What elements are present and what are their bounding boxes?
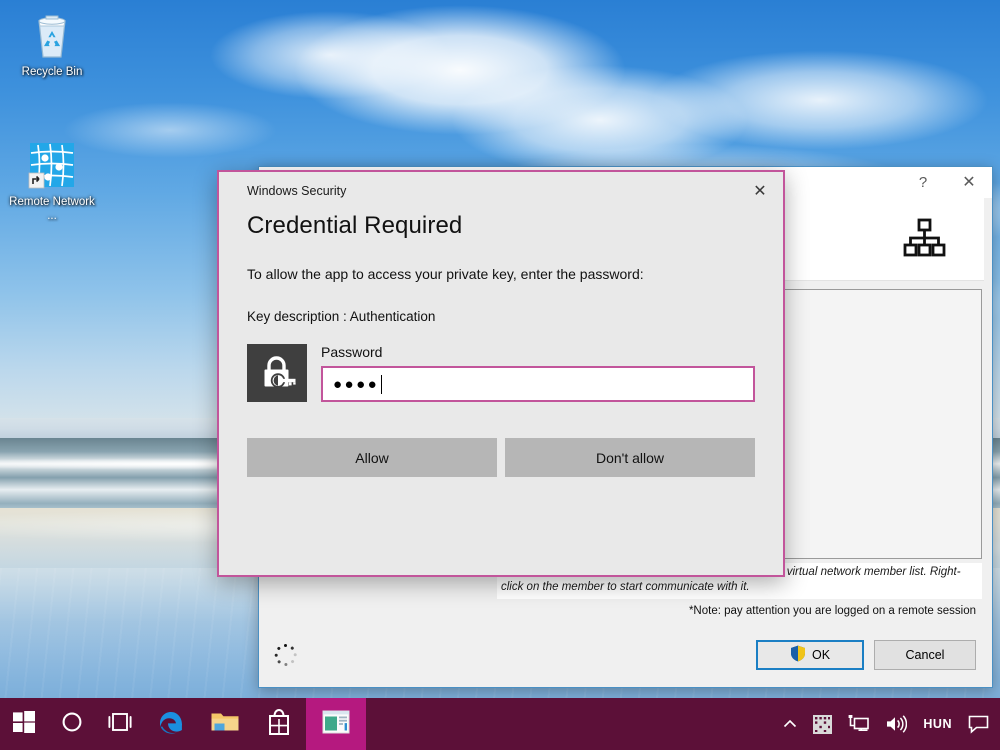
credential-required-dialog[interactable]: Windows Security ✕ Credential Required T… (217, 170, 785, 577)
password-value: ●●●● (333, 377, 379, 392)
edge-icon (157, 708, 185, 741)
taskbar[interactable]: HUN (0, 698, 1000, 750)
speaker-icon (885, 715, 907, 733)
network-status[interactable] (841, 698, 876, 750)
uac-shield-icon (790, 645, 806, 665)
dialog-buttons: Allow Don't allow (247, 438, 755, 477)
task-view[interactable] (96, 698, 144, 750)
system-tray: HUN (776, 698, 1000, 750)
windows-logo-icon (13, 711, 35, 738)
volume[interactable] (878, 698, 914, 750)
password-label: Password (321, 344, 755, 360)
desktop-icon-remote-network[interactable]: Remote Network ... (6, 140, 98, 223)
cancel-button-label: Cancel (906, 648, 945, 662)
folder-icon (210, 710, 240, 739)
store-bag-icon (266, 708, 292, 741)
edge-browser[interactable] (144, 698, 198, 750)
chevron-up-icon (783, 719, 797, 729)
dialog-title: Windows Security (247, 184, 737, 198)
language-indicator[interactable]: HUN (916, 698, 959, 750)
lock-key-icon (247, 344, 307, 402)
grid-dots-icon (813, 715, 832, 734)
cortana-search[interactable] (48, 698, 96, 750)
password-fields: Password ●●●● (321, 344, 755, 402)
remote-network-app[interactable] (306, 698, 366, 750)
password-row: Password ●●●● (247, 344, 755, 402)
ok-button-label: OK (812, 648, 830, 662)
desktop-icon-recycle-bin[interactable]: Recycle Bin (6, 10, 98, 79)
cancel-button[interactable]: Cancel (874, 640, 976, 670)
close-icon[interactable]: ✕ (737, 174, 783, 208)
close-icon[interactable]: ✕ (946, 167, 992, 197)
action-center[interactable] (961, 698, 996, 750)
ok-button[interactable]: OK (756, 640, 864, 670)
dialog-description: To allow the app to access your private … (247, 262, 699, 287)
dialog-heading: Credential Required (247, 212, 755, 240)
network-monitor-icon (848, 715, 869, 734)
dialog-titlebar: Windows Security ✕ (219, 172, 783, 210)
cortana-circle-icon (61, 711, 83, 738)
start-button[interactable] (0, 698, 48, 750)
dialog-body: Credential Required To allow the app to … (219, 212, 783, 477)
file-explorer[interactable] (198, 698, 252, 750)
allow-button[interactable]: Allow (247, 438, 497, 477)
remote-session-note: *Note: pay attention you are logged on a… (269, 599, 982, 617)
desktop-icon-label: Remote Network ... (6, 195, 98, 223)
text-caret (381, 375, 382, 394)
action-center-icon (968, 715, 989, 734)
task-view-icon (107, 712, 133, 737)
window-footer: OK Cancel (259, 623, 992, 687)
tray-app-icon[interactable] (806, 698, 839, 750)
loading-spinner (275, 644, 297, 666)
show-hidden-icons[interactable] (776, 698, 804, 750)
key-description-text: Key description : Authentication (247, 309, 755, 324)
password-input[interactable]: ●●●● (321, 366, 755, 402)
help-button[interactable]: ? (900, 167, 946, 197)
network-hierarchy-icon (902, 216, 946, 265)
desktop-icon-label: Recycle Bin (6, 65, 98, 79)
dont-allow-button[interactable]: Don't allow (505, 438, 755, 477)
microsoft-store[interactable] (252, 698, 306, 750)
recycle-bin-icon (6, 10, 98, 62)
network-grid-icon (6, 140, 98, 192)
app-window-icon (322, 710, 350, 739)
